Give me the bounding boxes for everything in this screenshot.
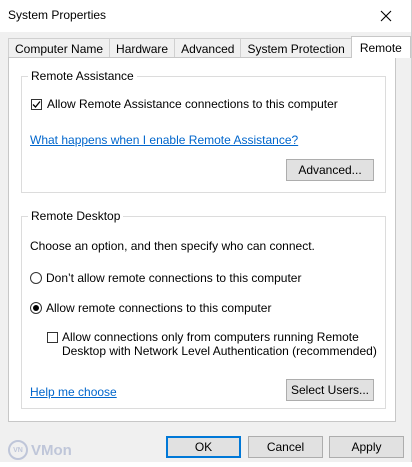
dont-allow-radio[interactable] — [30, 272, 42, 284]
title-bar[interactable]: System Properties — [0, 0, 411, 32]
tab-remote[interactable]: Remote — [350, 36, 411, 58]
allow-remote-assistance-label[interactable]: Allow Remote Assistance connections to t… — [47, 97, 338, 111]
window-title: System Properties — [8, 8, 107, 22]
checkmark-icon — [32, 101, 41, 108]
tab-system-protection[interactable]: System Protection — [240, 38, 352, 58]
tab-hardware[interactable]: Hardware — [109, 38, 176, 58]
tab-advanced[interactable]: Advanced — [174, 38, 242, 58]
cancel-button[interactable]: Cancel — [248, 436, 323, 458]
remote-assistance-title: Remote Assistance — [28, 69, 137, 83]
watermark-text: VMon — [31, 441, 72, 459]
remote-tab-panel: Remote Assistance Allow Remote Assistanc… — [8, 57, 396, 422]
remote-desktop-instructions: Choose an option, and then specify who c… — [30, 239, 315, 253]
watermark: VN VMon — [8, 440, 72, 460]
allow-radio[interactable] — [30, 302, 42, 314]
close-icon — [380, 10, 392, 22]
tab-computer-name[interactable]: Computer Name — [8, 38, 111, 58]
ok-button[interactable]: OK — [166, 436, 241, 458]
dont-allow-label[interactable]: Don’t allow remote connections to this c… — [46, 271, 301, 285]
select-users-button[interactable]: Select Users... — [286, 379, 374, 401]
nla-label-line2[interactable]: Desktop with Network Level Authenticatio… — [62, 344, 377, 358]
close-button[interactable] — [369, 2, 403, 30]
nla-label-line1[interactable]: Allow connections only from computers ru… — [62, 330, 359, 344]
nla-checkbox[interactable] — [47, 332, 58, 343]
remote-desktop-title: Remote Desktop — [28, 209, 124, 223]
apply-button[interactable]: Apply — [329, 436, 404, 458]
allow-remote-assistance-checkbox[interactable] — [31, 99, 42, 110]
help-me-choose-link[interactable]: Help me choose — [30, 385, 117, 399]
advanced-button[interactable]: Advanced... — [286, 159, 374, 181]
remote-assistance-group: Remote Assistance Allow Remote Assistanc… — [21, 69, 386, 193]
remote-assistance-help-link[interactable]: What happens when I enable Remote Assist… — [30, 133, 298, 147]
allow-label[interactable]: Allow remote connections to this compute… — [46, 301, 271, 315]
remote-desktop-group: Remote Desktop Choose an option, and the… — [21, 209, 386, 409]
tab-strip: Computer Name Hardware Advanced System P… — [8, 36, 411, 58]
bottom-strip — [0, 462, 412, 467]
watermark-logo-icon: VN — [8, 440, 28, 460]
system-properties-window: System Properties Computer Name Hardware… — [0, 0, 412, 467]
radio-selected-dot — [33, 305, 39, 311]
